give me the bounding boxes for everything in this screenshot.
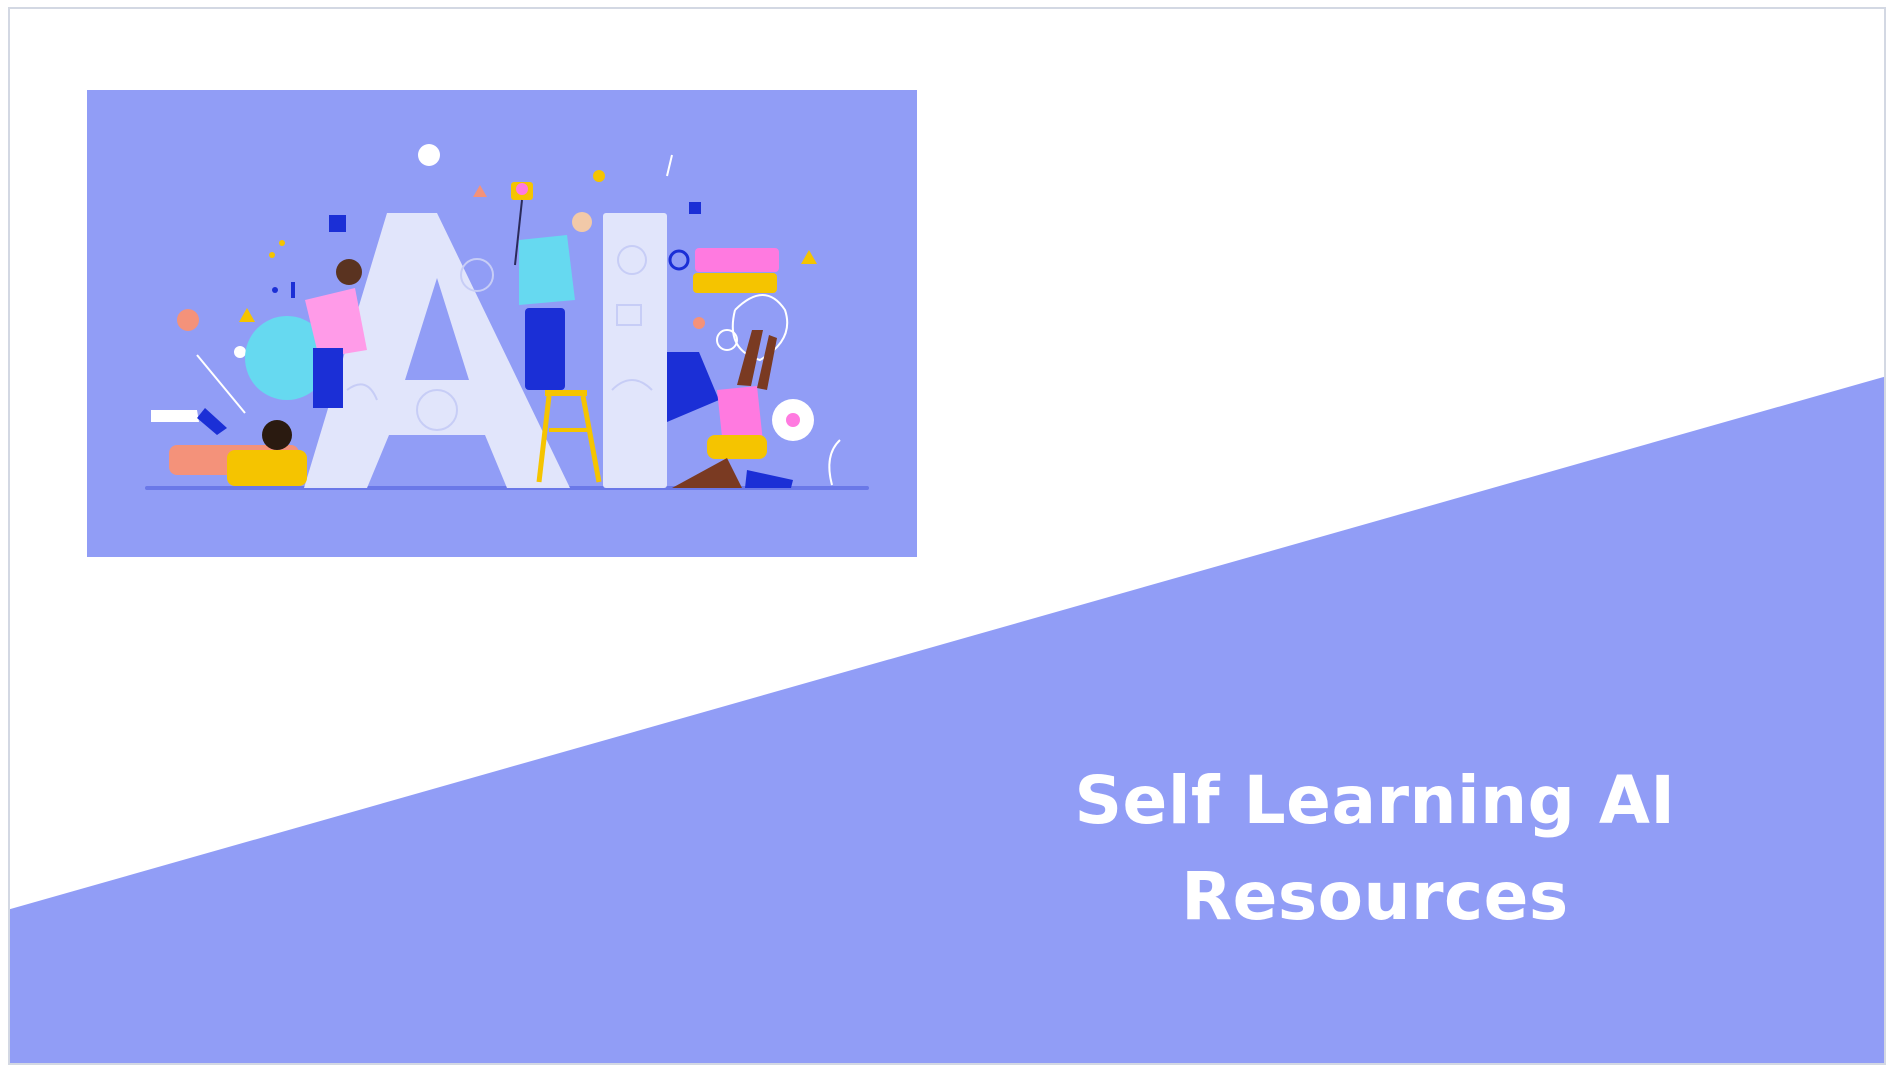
decor-square (689, 202, 701, 214)
decor-circle (418, 144, 440, 166)
chat-bubble-yellow (693, 273, 777, 293)
chat-bubble-pink (695, 248, 779, 272)
ai-illustration (87, 90, 917, 557)
decor-circle (234, 346, 246, 358)
slide-title: Self Learning AI Resources (1055, 753, 1695, 945)
decor-triangle (801, 250, 817, 264)
decor-circle (693, 317, 705, 329)
decor-triangle (473, 185, 487, 197)
title-line-2: Resources (1181, 858, 1569, 935)
slide: Self Learning AI Resources (8, 7, 1886, 1065)
letter-i (603, 213, 667, 488)
title-line-1: Self Learning AI (1074, 762, 1676, 839)
decor-square (329, 215, 346, 232)
decor-circle (177, 309, 199, 331)
decor-triangle (239, 308, 255, 322)
decor-shape (667, 352, 719, 422)
decor-circle (593, 170, 605, 182)
